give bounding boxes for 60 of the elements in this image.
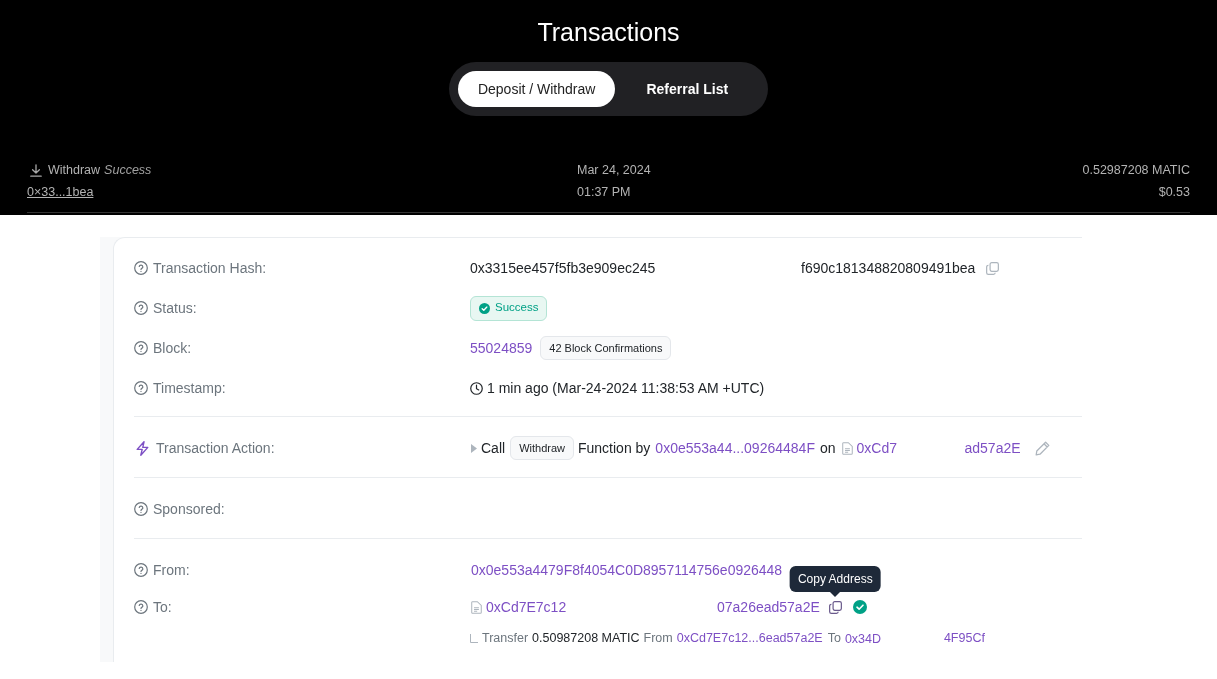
timestamp-value: 1 min ago (Mar-24-2024 11:38:53 AM +UTC) xyxy=(487,378,765,398)
help-icon xyxy=(134,381,148,395)
to-address-link[interactable]: 0xCd7E7c12 xyxy=(486,598,567,615)
branch-corner-icon xyxy=(470,633,478,643)
tab[interactable]: Referral List xyxy=(615,71,760,107)
transfer-label: Transfer xyxy=(482,629,529,647)
from-address-link[interactable]: 0x0e553a4479F8f4054C0D8957114756e0926448 xyxy=(471,559,783,581)
help-icon xyxy=(134,502,148,516)
help-icon xyxy=(134,341,148,355)
to-address-link[interactable]: 07a26ead57a2E xyxy=(717,596,820,618)
clock-icon xyxy=(470,381,483,395)
transaction-hash: 0x3315ee457f5fb3e909ec245 xyxy=(470,259,656,276)
tab[interactable]: Deposit / Withdraw xyxy=(457,71,616,107)
lightning-icon xyxy=(136,440,149,456)
to-label: To xyxy=(827,629,841,647)
field-label: Transaction Hash: xyxy=(153,258,267,278)
transaction-amount: 0.52987208 MATIC xyxy=(1082,162,1190,179)
transaction-hash: f690c181348820809491bea xyxy=(801,258,976,278)
field-label: Status: xyxy=(153,298,197,318)
tooltip-pointer-icon xyxy=(830,591,841,597)
field-label: Block: xyxy=(153,338,192,358)
document-icon xyxy=(471,600,482,614)
pencil-icon[interactable] xyxy=(1034,440,1050,456)
field-label: To: xyxy=(153,597,172,617)
transfer-to-link[interactable]: 0x34D xyxy=(844,631,882,646)
on-text: on xyxy=(819,438,836,458)
contract-address-link[interactable]: ad57a2E xyxy=(964,437,1021,459)
transaction-type: Withdraw xyxy=(48,162,101,179)
field-label: Timestamp: xyxy=(153,378,226,398)
method-badge: Withdraw xyxy=(510,436,574,460)
help-icon xyxy=(134,261,148,275)
contract-address-link[interactable]: 0xCd7 xyxy=(856,439,897,456)
help-icon xyxy=(134,563,148,577)
copy-icon[interactable] xyxy=(828,600,842,614)
function-by-text: Function by xyxy=(577,438,651,458)
transfer-to-link[interactable]: 4F95Cf xyxy=(943,628,985,648)
transfer-amount: 0.50987208 MATIC xyxy=(532,629,640,647)
transfer-from-link[interactable]: 0xCd7E7c12...6ead57a2E xyxy=(676,628,823,648)
transaction-time: 01:37 PM xyxy=(577,184,631,201)
status-label: Success xyxy=(495,300,539,316)
from-label: From xyxy=(643,629,673,647)
transaction-value: $0.53 xyxy=(1158,184,1190,201)
call-text: Call xyxy=(481,438,506,458)
page-title: Transactions xyxy=(537,17,680,47)
caller-address-link[interactable]: 0x0e553a44...09264484F xyxy=(655,437,815,459)
transaction-status: Success xyxy=(104,162,152,179)
field-label: From: xyxy=(153,560,190,580)
transaction-hash-link[interactable]: 0×33...1bea xyxy=(27,181,94,203)
download-icon xyxy=(30,163,42,177)
check-circle-icon xyxy=(479,302,490,314)
copy-address-tooltip: Copy Address xyxy=(789,565,881,592)
caret-icon[interactable] xyxy=(471,443,477,453)
help-icon xyxy=(134,301,148,315)
field-label: Transaction Action: xyxy=(156,438,275,458)
block-number-link[interactable]: 55024859 xyxy=(470,337,533,359)
document-icon xyxy=(841,441,853,455)
confirmations-badge: 42 Block Confirmations xyxy=(540,336,672,360)
field-label: Sponsored: xyxy=(153,499,225,519)
transaction-date: Mar 24, 2024 xyxy=(577,162,651,179)
help-icon xyxy=(134,600,148,614)
